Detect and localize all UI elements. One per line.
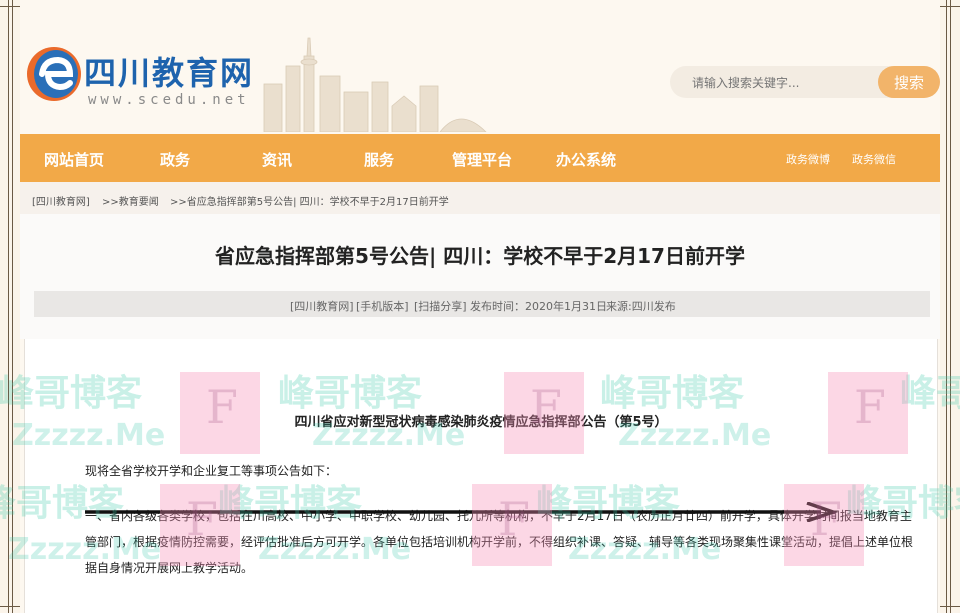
nav-item-management[interactable]: 管理平台 [452,149,512,170]
breadcrumb-section[interactable]: >>教育要闻 [102,193,159,208]
meta-source: 来源:四川发布 [606,300,676,313]
notice-title: 四川省应对新型冠状病毒感染肺炎疫情应急指挥部公告（第5号） [294,415,668,430]
breadcrumb-current: >>省应急指挥部第5号公告| 四川：学校不早于2月17日前开学 [170,197,449,208]
nav-item-government[interactable]: 政务 [160,149,190,170]
site-url: www.scedu.net [88,92,250,108]
search-box: 搜索 [670,66,940,98]
site-header: 四川教育网 www.scedu.net 搜索 [20,0,940,132]
site-logo-icon[interactable] [26,44,82,102]
site-name[interactable]: 四川教育网 [84,48,254,94]
skyline-decoration [263,37,487,132]
nav-item-news[interactable]: 资讯 [262,149,292,170]
search-button[interactable]: 搜索 [878,66,940,98]
meta-published-date: 发布时间：2020年1月31日 [470,300,607,313]
breadcrumb: [四川教育网] >>教育要闻 >>省应急指挥部第5号公告| 四川：学校不早于2月… [20,182,940,215]
article-header: 省应急指挥部第5号公告| 四川：学校不早于2月17日前开学 [四川教育网] [手… [20,214,940,339]
nav-item-home[interactable]: 网站首页 [44,149,104,170]
search-input[interactable] [690,74,864,92]
nav-link-wechat[interactable]: 政务微信 [852,151,896,167]
meta-share-link[interactable]: [扫描分享] [414,298,467,314]
page: 四川教育网 www.scedu.net 搜索 网站首页 政务 [0,0,960,613]
arrow-annotation-icon [85,502,839,522]
page-title: 省应急指挥部第5号公告| 四川：学校不早于2月17日前开学 [215,244,745,268]
article-body: 四川省应对新型冠状病毒感染肺炎疫情应急指挥部公告（第5号） 现将全省学校开学和企… [24,339,938,613]
meta-site-link[interactable]: [四川教育网] [290,298,354,314]
meta-mobile-link[interactable]: [手机版本] [356,298,409,314]
main-nav: 网站首页 政务 资讯 服务 管理平台 办公系统 政务微博 政务微信 [20,134,940,182]
nav-item-services[interactable]: 服务 [364,149,394,170]
breadcrumb-home[interactable]: [四川教育网] [32,193,90,208]
article-intro: 现将全省学校开学和企业复工等事项公告如下： [85,464,338,478]
nav-link-weibo[interactable]: 政务微博 [786,151,830,167]
nav-item-office[interactable]: 办公系统 [556,149,616,170]
article-meta: [四川教育网] [手机版本] [扫描分享] 发布时间：2020年1月31日 来源… [34,291,930,317]
